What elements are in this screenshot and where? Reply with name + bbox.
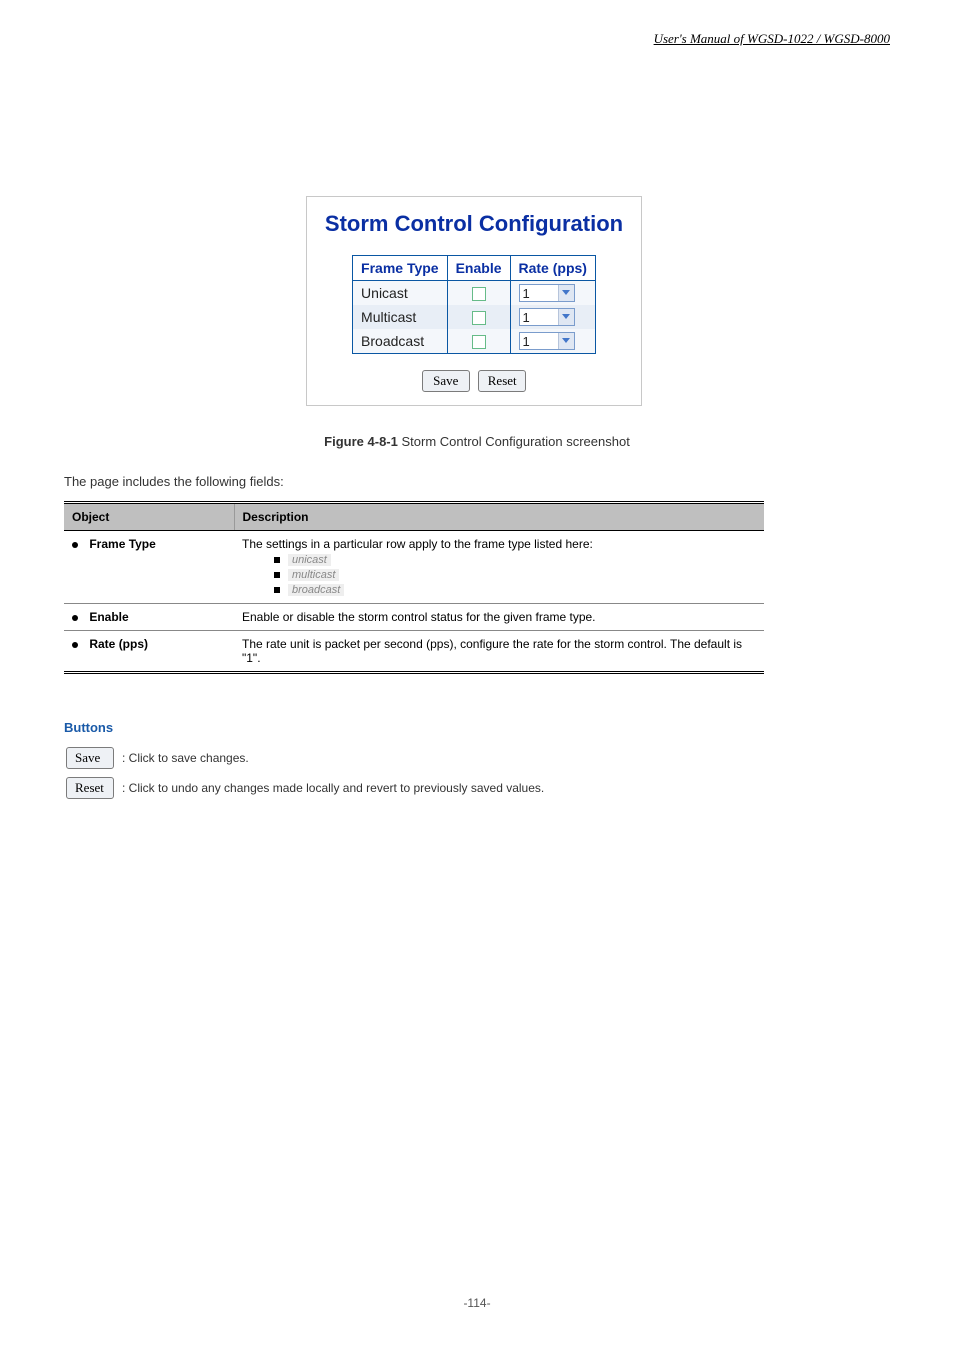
save-desc: : Click to save changes. xyxy=(122,751,249,765)
panel-button-row: Save Reset xyxy=(307,370,641,392)
col-frame-type: Frame Type xyxy=(353,256,448,281)
desc-row-enable: Enable Enable or disable the storm contr… xyxy=(64,604,764,631)
table-row: Unicast 1 xyxy=(353,281,596,306)
reset-button[interactable]: Reset xyxy=(478,370,526,392)
manual-title: User's Manual of WGSD-1022 / WGSD-8000 xyxy=(654,31,890,46)
object-label: Enable xyxy=(89,610,128,624)
save-button[interactable]: Save xyxy=(66,747,114,769)
table-row: Broadcast 1 xyxy=(353,329,596,354)
figure-number: Figure 4-8-1 xyxy=(324,434,398,449)
desc-row-rate: Rate (pps) The rate unit is packet per s… xyxy=(64,631,764,673)
object-label: Frame Type xyxy=(89,537,155,551)
list-item: unicast xyxy=(288,554,331,566)
enable-checkbox[interactable] xyxy=(472,287,486,301)
list-item: multicast xyxy=(288,569,339,581)
save-button[interactable]: Save xyxy=(422,370,470,392)
object-label: Rate (pps) xyxy=(89,637,148,651)
bullet-icon xyxy=(72,542,78,548)
page-number: -114- xyxy=(0,1296,954,1310)
col-rate: Rate (pps) xyxy=(510,256,595,281)
buttons-heading: Buttons xyxy=(64,720,824,735)
buttons-section: Buttons Save : Click to save changes. Re… xyxy=(64,720,824,807)
rate-select[interactable]: 1 xyxy=(519,284,575,302)
square-bullet-icon xyxy=(274,572,280,578)
fields-description-table: Object Description Frame Type The settin… xyxy=(64,501,764,674)
rate-value: 1 xyxy=(523,334,530,349)
rate-select[interactable]: 1 xyxy=(519,332,575,350)
square-bullet-icon xyxy=(274,557,280,563)
storm-control-table: Frame Type Enable Rate (pps) Unicast 1 M… xyxy=(352,255,596,354)
square-bullet-icon xyxy=(274,587,280,593)
bullet-icon xyxy=(72,642,78,648)
bullet-icon xyxy=(72,615,78,621)
rate-value: 1 xyxy=(523,286,530,301)
fields-intro: The page includes the following fields: xyxy=(64,474,284,489)
storm-control-config-panel: Storm Control Configuration Frame Type E… xyxy=(306,196,642,406)
chevron-down-icon[interactable] xyxy=(558,309,574,325)
enable-checkbox[interactable] xyxy=(472,335,486,349)
frame-type-cell: Broadcast xyxy=(353,329,448,354)
table-row: Multicast 1 xyxy=(353,305,596,329)
list-item: broadcast xyxy=(288,584,344,596)
reset-desc: : Click to undo any changes made locally… xyxy=(122,781,544,795)
desc-row-frame-type: Frame Type The settings in a particular … xyxy=(64,531,764,604)
col-enable: Enable xyxy=(447,256,510,281)
chevron-down-icon[interactable] xyxy=(558,285,574,301)
desc-text: Enable or disable the storm control stat… xyxy=(234,604,764,631)
page-header-label: User's Manual of WGSD-1022 / WGSD-8000 xyxy=(654,30,890,48)
frame-type-cell: Unicast xyxy=(353,281,448,306)
panel-title: Storm Control Configuration xyxy=(307,197,641,255)
col-description: Description xyxy=(234,503,764,531)
desc-text: The settings in a particular row apply t… xyxy=(242,537,593,551)
figure-text: Storm Control Configuration screenshot xyxy=(401,434,629,449)
frame-type-list: unicast multicast broadcast xyxy=(274,552,756,596)
rate-value: 1 xyxy=(523,310,530,325)
reset-button[interactable]: Reset xyxy=(66,777,114,799)
desc-text: The rate unit is packet per second (pps)… xyxy=(234,631,764,673)
figure-caption: Figure 4-8-1 Storm Control Configuration… xyxy=(0,434,954,449)
enable-checkbox[interactable] xyxy=(472,311,486,325)
frame-type-cell: Multicast xyxy=(353,305,448,329)
col-object: Object xyxy=(64,503,234,531)
rate-select[interactable]: 1 xyxy=(519,308,575,326)
chevron-down-icon[interactable] xyxy=(558,333,574,349)
